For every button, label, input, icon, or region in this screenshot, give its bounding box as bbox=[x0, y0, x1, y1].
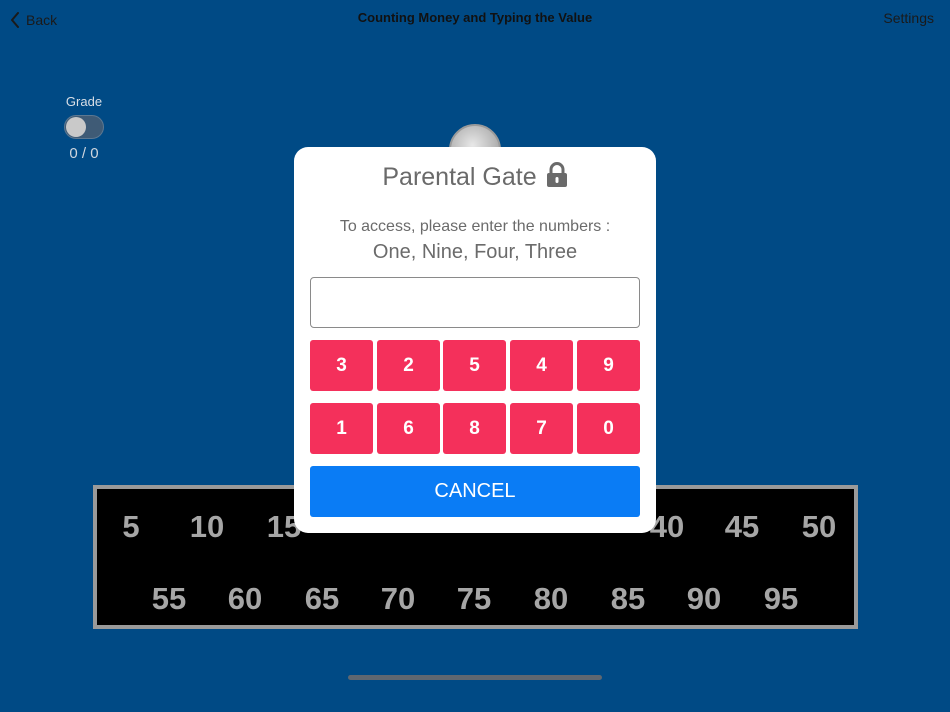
keypad-key[interactable]: 7 bbox=[510, 403, 573, 454]
keypad-key[interactable]: 5 bbox=[443, 340, 506, 391]
grade-toggle[interactable] bbox=[64, 115, 104, 139]
keypad-key[interactable]: 2 bbox=[377, 340, 440, 391]
grade-label: Grade bbox=[65, 94, 103, 109]
keypad-key[interactable]: 1 bbox=[310, 403, 373, 454]
board-number[interactable]: 60 bbox=[228, 583, 262, 614]
board-number[interactable]: 75 bbox=[457, 583, 491, 614]
dialog-title-text: Parental Gate bbox=[382, 163, 537, 191]
dialog-title: Parental Gate bbox=[294, 161, 656, 192]
board-number[interactable]: 10 bbox=[190, 511, 224, 542]
keypad-key[interactable]: 4 bbox=[510, 340, 573, 391]
keypad-key[interactable]: 8 bbox=[443, 403, 506, 454]
parental-gate-dialog: Parental Gate To access, please enter th… bbox=[294, 147, 656, 533]
lock-icon bbox=[546, 161, 567, 187]
board-number[interactable]: 85 bbox=[611, 583, 645, 614]
board-number[interactable]: 70 bbox=[381, 583, 415, 614]
settings-button[interactable]: Settings bbox=[883, 10, 934, 26]
number-sequence-text: One, Nine, Four, Three bbox=[372, 241, 578, 263]
toggle-knob bbox=[66, 117, 86, 137]
cancel-button[interactable]: CANCEL bbox=[310, 466, 640, 517]
board-number[interactable]: 65 bbox=[305, 583, 339, 614]
board-number[interactable]: 55 bbox=[152, 583, 186, 614]
board-number[interactable]: 90 bbox=[687, 583, 721, 614]
page-title: Counting Money and Typing the Value bbox=[357, 10, 593, 25]
keypad-key[interactable]: 9 bbox=[577, 340, 640, 391]
board-number[interactable]: 80 bbox=[534, 583, 568, 614]
grade-score: 0 / 0 bbox=[69, 145, 99, 162]
board-number[interactable]: 45 bbox=[725, 511, 759, 542]
keypad-key[interactable]: 0 bbox=[577, 403, 640, 454]
instruction-text: To access, please enter the numbers : bbox=[339, 218, 611, 235]
board-number[interactable]: 5 bbox=[122, 511, 139, 542]
board-number[interactable]: 50 bbox=[802, 511, 836, 542]
code-input[interactable] bbox=[310, 277, 640, 328]
grade-panel: Grade 0 / 0 bbox=[60, 94, 108, 162]
keypad-key[interactable]: 6 bbox=[377, 403, 440, 454]
board-number[interactable]: 95 bbox=[764, 583, 798, 614]
home-indicator[interactable] bbox=[348, 675, 602, 680]
keypad-key[interactable]: 3 bbox=[310, 340, 373, 391]
navigation-bar: Back Counting Money and Typing the Value… bbox=[0, 0, 950, 40]
